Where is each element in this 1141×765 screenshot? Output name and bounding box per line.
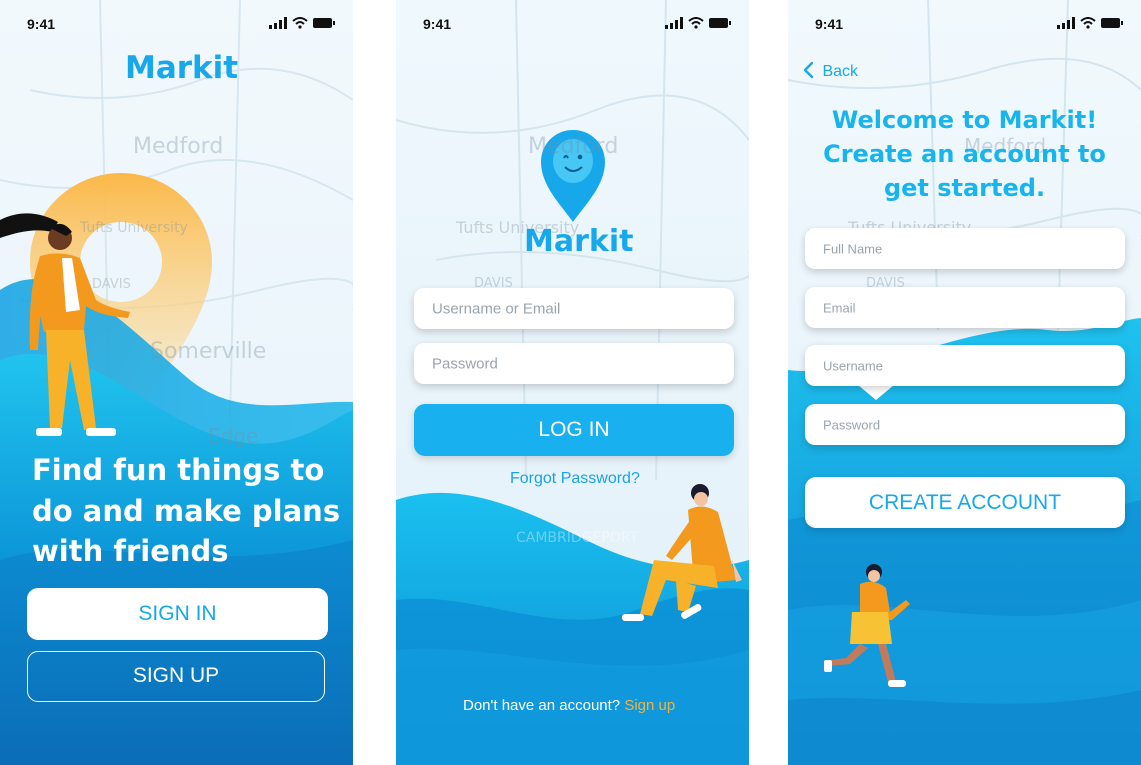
status-time: 9:41 <box>423 16 452 32</box>
create-account-button[interactable]: CREATE ACCOUNT <box>805 477 1125 528</box>
map-label: DAVIS <box>92 277 131 292</box>
signal-icon <box>665 17 683 29</box>
map-label: Somerville <box>150 339 267 364</box>
create-account-heading: Welcome to Markit! Create an account to … <box>823 106 1106 202</box>
username-input[interactable]: Username <box>805 345 1125 386</box>
chevron-left-icon <box>803 61 814 79</box>
status-bar: 9:41 <box>396 0 749 48</box>
sign-up-button[interactable]: SIGN UP <box>27 651 325 702</box>
email-placeholder: Email <box>823 300 856 315</box>
map-label: Edge <box>208 424 259 448</box>
username-email-placeholder: Username or Email <box>432 300 561 317</box>
username-placeholder: Username <box>823 358 883 373</box>
map-label: Medford <box>133 134 224 159</box>
map-label: CAMBRIDGEPORT <box>516 530 639 546</box>
app-logo-text: Markit <box>125 50 239 86</box>
create-account-screen: 9:41 Back Medford Tufts University DAVIS… <box>788 0 1141 765</box>
status-icons <box>665 17 731 29</box>
map-label: Medford <box>528 134 619 159</box>
back-label: Back <box>822 63 859 80</box>
wifi-icon <box>1080 17 1096 29</box>
login-screen: 9:41 Medford Tufts University DAVIS CAMB… <box>396 0 749 765</box>
app-logo-text: Markit <box>524 224 634 259</box>
signup-link[interactable]: Sign up <box>624 697 675 714</box>
sign-in-button[interactable]: SIGN IN <box>27 588 328 640</box>
signal-icon <box>269 17 287 29</box>
map-label: Tufts University <box>80 220 188 236</box>
signup-prompt: Don't have an account? Sign up <box>463 697 675 714</box>
password-placeholder: Password <box>432 355 498 372</box>
password-placeholder: Password <box>823 417 881 432</box>
welcome-screen: 9:41 Markit Medford Tufts University DAV… <box>0 0 353 765</box>
status-bar: 9:41 <box>788 0 1141 48</box>
status-time: 9:41 <box>815 16 844 32</box>
status-bar: 9:41 <box>0 0 353 48</box>
back-button[interactable]: Back <box>802 61 858 81</box>
full-name-placeholder: Full Name <box>823 241 883 256</box>
signup-prompt-text: Don't have an account? <box>463 697 621 714</box>
battery-icon <box>1101 18 1123 28</box>
full-name-input[interactable]: Full Name <box>805 228 1125 269</box>
password-input[interactable]: Password <box>805 404 1125 445</box>
status-icons <box>269 17 335 29</box>
status-icons <box>1057 17 1123 29</box>
welcome-headline: Find fun things to do and make plans wit… <box>32 453 341 568</box>
username-email-input[interactable]: Username or Email <box>414 288 734 329</box>
login-button[interactable]: LOG IN <box>414 404 734 456</box>
wifi-icon <box>688 17 704 29</box>
battery-icon <box>709 18 731 28</box>
wifi-icon <box>292 17 308 29</box>
email-input[interactable]: Email <box>805 287 1125 328</box>
forgot-password-link[interactable]: Forgot Password? <box>510 470 640 488</box>
signal-icon <box>1057 17 1075 29</box>
status-time: 9:41 <box>27 16 56 32</box>
password-input[interactable]: Password <box>414 343 734 384</box>
battery-icon <box>313 18 335 28</box>
